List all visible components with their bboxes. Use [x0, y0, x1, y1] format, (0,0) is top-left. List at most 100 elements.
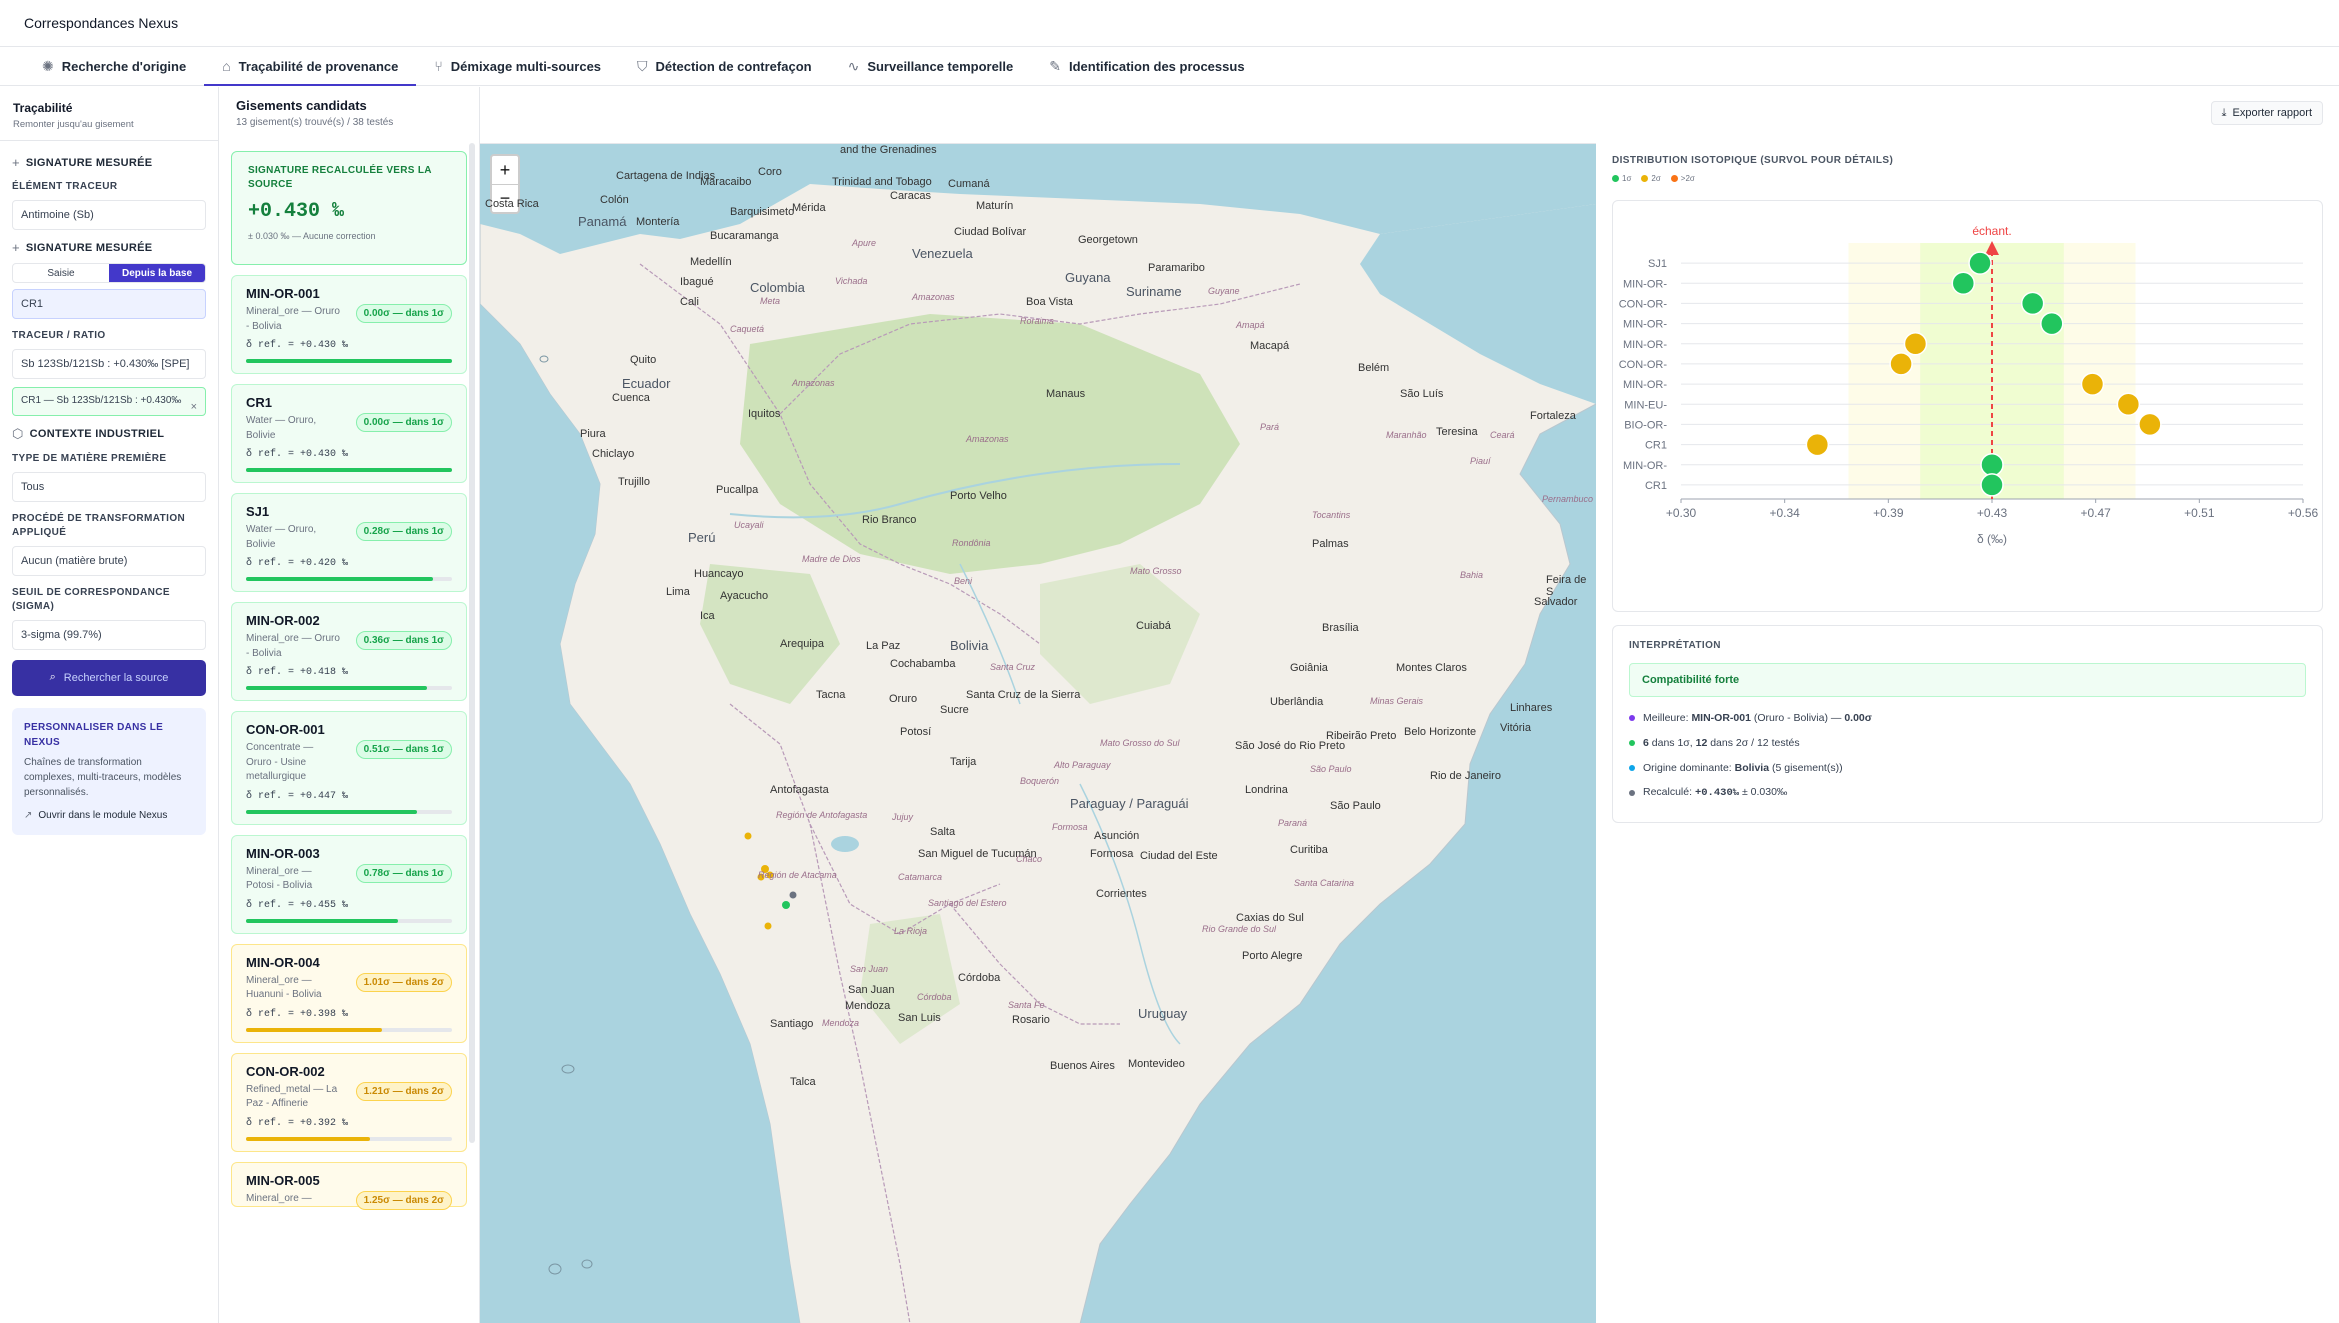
customize-text: Chaînes de transformation complexes, mul… — [24, 756, 182, 798]
map-label-suriname: Suriname — [1126, 284, 1182, 299]
candidate-card[interactable]: SJ1 Water — Oruro, Bolivie 0.28σ — dans 1σ… — [231, 493, 467, 592]
sigma-badge: 1.21σ — dans 2σ — [355, 1081, 452, 1101]
map-label-ayacucho: Ayacucho — [720, 590, 769, 602]
map-marker — [764, 922, 772, 930]
distribution-section: DISTRIBUTION ISOTOPIQUE (SURVOL POUR DÉT… — [1612, 155, 2323, 615]
category-label: CR1 — [1645, 440, 1667, 452]
candidate-id: CON-OR-001 — [246, 722, 325, 737]
map-label-londrina: Londrina — [1245, 784, 1288, 796]
map-label-guyane: Guyane — [1208, 286, 1240, 296]
chart-svg: SJ1 MIN-OR- CON-OR- MIN-OR- MIN-OR- CON-OR- MI… — [1619, 224, 2319, 546]
x-tick-label: +0.39 — [1873, 506, 1904, 520]
candidate-card[interactable]: CON-OR-002 Refined_metal — La Paz - Affin… — [231, 1052, 467, 1152]
threshold-select[interactable]: 3-sigma (99.7%) — [12, 619, 206, 650]
candidate-card[interactable]: MIN-OR-002 Mineral_ore — Oruro - Bolivia 0… — [231, 602, 467, 701]
candidate-card[interactable]: CR1 Water — Oruro, Bolivie 0.00σ — dans 1σ… — [231, 384, 467, 483]
candidate-card[interactable]: MIN-OR-005 Mineral_ore — 1.25σ — dans 2σ — [231, 1161, 467, 1210]
tab-temporal[interactable]: ∿ Surveillance temporelle — [830, 47, 1032, 85]
tab-provenance[interactable]: ⌂ Traçabilité de provenance — [204, 47, 417, 86]
map-label-coro: Coro — [758, 166, 782, 178]
signature-uncertainty: ± 0.030 ‰ — Aucune correction — [248, 231, 376, 241]
category-label: CR1 — [1645, 480, 1667, 492]
candidates-title: Gisements candidats — [236, 98, 367, 113]
map-label-ecuador: Ecuador — [622, 376, 671, 391]
map-label-barquisimeto: Barquisimeto — [730, 206, 795, 218]
map-label-monteria: Montería — [636, 216, 680, 228]
map-label-salta: Salta — [930, 826, 956, 838]
candidate-desc: Concentrate — Oruro - Usine metallurgiqu… — [246, 742, 314, 782]
data-point — [1805, 432, 1830, 457]
data-point — [1980, 473, 2004, 497]
distribution-title: DISTRIBUTION ISOTOPIQUE (SURVOL POUR DÉT… — [1612, 155, 1894, 166]
map-label-bucaramanga: Bucaramanga — [710, 230, 779, 242]
map-label-potosi: Potosí — [900, 726, 932, 738]
map-label-colombia: Colombia — [750, 280, 805, 295]
map-label-piura: Piura — [580, 428, 606, 440]
candidate-card[interactable]: MIN-OR-004 Mineral_ore — Huanuni - Bolivi… — [231, 943, 467, 1043]
bullet-icon — [1629, 714, 1635, 721]
map-label-saopaulo2: São Paulo — [1330, 800, 1381, 812]
map-label-boqueron: Boquerón — [1020, 776, 1060, 786]
tab-process[interactable]: ✎ Identification des processus — [1031, 47, 1262, 85]
candidate-card[interactable]: MIN-OR-001 Mineral_ore — Oruro - Bolivia 0… — [231, 275, 467, 374]
map-label-goiania: Goiânia — [1290, 662, 1328, 674]
candidate-card[interactable]: CON-OR-001 Concentrate — Oruro - Usine me… — [231, 711, 467, 825]
process-select[interactable]: Aucun (matière brute) — [12, 545, 206, 576]
map-marker — [744, 832, 752, 840]
element-select[interactable]: Antimoine (Sb) — [12, 200, 206, 230]
interpretation-list: Meilleure: MIN-OR-001 (Oruro - Bolivia) … — [1629, 705, 2306, 805]
map-label-panama: Panamá — [578, 214, 627, 229]
map-label-cordoba2: Córdoba — [917, 992, 952, 1002]
toggle-manual[interactable]: Saisie — [13, 264, 109, 282]
interpretation-mid: ± 0.030‰ — [1739, 786, 1788, 798]
map-label-uruguay: Uruguay — [1138, 1006, 1188, 1021]
tab-unmixing[interactable]: ⑂ Démixage multi-sources — [416, 47, 619, 85]
map-view[interactable]: + − and the Grenadines Trinidad and Tobag… — [480, 143, 1596, 1323]
export-report-button[interactable]: ⤓ Exporter rapport — [2210, 101, 2323, 125]
search-source-button[interactable]: ⌕ Rechercher la source — [12, 659, 206, 696]
sample-select[interactable]: CR1 — [12, 289, 206, 319]
customize-title: PERSONNALISER DANS LE NEXUS — [24, 721, 164, 748]
toggle-database[interactable]: Depuis la base — [109, 264, 205, 282]
candidate-ref: δ ref. = +0.447 ‰ — [246, 790, 349, 802]
data-point — [2020, 291, 2045, 316]
panel-subtitle: Remonter jusqu'au gisement — [13, 119, 134, 130]
map-label-saoluis: São Luís — [1400, 388, 1444, 400]
candidate-scrollbar[interactable] — [469, 143, 475, 1143]
map-label-trujillo: Trujillo — [618, 476, 650, 488]
ratio-select[interactable]: Sb 123Sb/121Sb : +0.430‰ [SPE] — [12, 349, 206, 379]
zoom-in-button[interactable]: + — [492, 156, 518, 184]
interpretation-b1: Bolivia — [1734, 761, 1770, 774]
hexagon-icon: ⬡ — [12, 425, 24, 441]
category-label: MIN-OR- — [1623, 278, 1667, 290]
map-label-caracas: Caracas — [890, 190, 931, 202]
candidate-desc: Mineral_ore — Oruro - Bolivia — [246, 306, 340, 332]
tab-counterfeit[interactable]: ⛉ Détection de contrefaçon — [619, 47, 830, 85]
map-label-montevideo: Montevideo — [1128, 1058, 1185, 1070]
process-label: PROCÉDÉ DE TRANSFORMATION APPLIQUÉ — [12, 512, 186, 538]
map-label-montesclaros: Montes Claros — [1396, 662, 1467, 674]
distribution-chart[interactable]: SJ1 MIN-OR- CON-OR- MIN-OR- MIN-OR- CON-OR- MI… — [1612, 200, 2323, 612]
map-label-oruro: Oruro — [889, 693, 918, 705]
material-select[interactable]: Tous — [12, 471, 206, 502]
x-tick-label: +0.51 — [2184, 506, 2215, 520]
x-tick-label: +0.30 — [1666, 506, 1697, 520]
candidate-card[interactable]: MIN-OR-003 Mineral_ore — Potosi - Bolivia… — [231, 834, 467, 934]
open-nexus-link[interactable]: ↗ Ouvrir dans le module Nexus — [24, 808, 194, 823]
map-label-caqueta: Caquetá — [730, 324, 765, 334]
tab-origin-search[interactable]: ✺ Recherche d'origine — [24, 47, 204, 85]
close-icon[interactable]: × — [191, 400, 197, 416]
map-label-matogrosso: Mato Grosso — [1130, 566, 1182, 576]
map-label-santiagoestero: Santiago del Estero — [928, 898, 1007, 908]
data-point — [2080, 372, 2105, 396]
map-label-ucayali: Ucayali — [734, 520, 764, 530]
legend-1sigma: 1σ — [1612, 174, 1631, 183]
candidates-panel: Gisements candidats 13 gisement(s) trouv… — [220, 87, 480, 1323]
element-label: ÉLÉMENT TRACEUR — [12, 181, 118, 192]
left-panel: Traçabilité Remonter jusqu'au gisement +… — [0, 87, 219, 1323]
map-label-catamarca: Catamarca — [898, 872, 943, 882]
interpretation-item: 6 dans 1σ, 12 dans 2σ / 12 testés — [1629, 730, 2306, 755]
x-tick-label: +0.43 — [1977, 506, 2008, 520]
map-label-bolivia: Bolivia — [950, 638, 989, 653]
map-label-roraima: Roraima — [1020, 316, 1055, 326]
